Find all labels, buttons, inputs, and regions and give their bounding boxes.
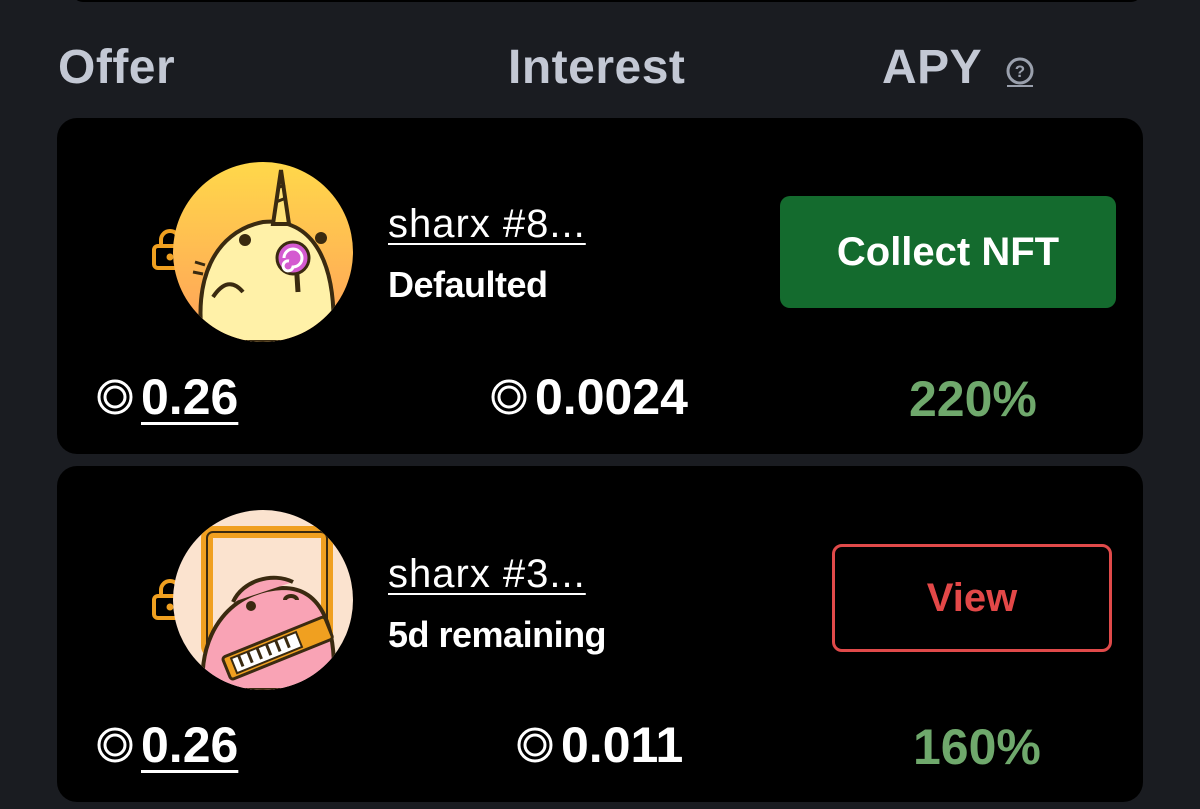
apy-value: 220% bbox=[909, 371, 1037, 427]
collect-nft-button[interactable]: Collect NFT bbox=[780, 196, 1116, 308]
nft-avatar[interactable] bbox=[173, 510, 353, 690]
sol-token-icon bbox=[97, 727, 133, 763]
header-apy: APY bbox=[882, 41, 983, 94]
sol-token-icon bbox=[517, 727, 553, 763]
loan-card: sharx #3... 5d remaining View 0.26 0.011… bbox=[57, 466, 1143, 802]
offer-value: 0.26 bbox=[141, 369, 239, 425]
offer-amount[interactable]: 0.26 bbox=[95, 368, 238, 426]
svg-text:?: ? bbox=[1015, 62, 1025, 81]
view-button[interactable]: View bbox=[832, 544, 1112, 652]
help-question-icon[interactable]: ? bbox=[1004, 56, 1036, 88]
apy-value: 160% bbox=[913, 719, 1041, 775]
interest-amount: 0.0024 bbox=[489, 368, 688, 426]
loan-status: Defaulted bbox=[388, 264, 548, 305]
interest-amount: 0.011 bbox=[515, 716, 683, 774]
nft-avatar[interactable] bbox=[173, 162, 353, 342]
header-interest: Interest bbox=[508, 41, 686, 94]
previous-card-edge bbox=[72, 0, 1142, 2]
loan-card: sharx #8... Defaulted Collect NFT 0.26 0… bbox=[57, 118, 1143, 454]
interest-value: 0.0024 bbox=[535, 369, 688, 425]
offer-amount[interactable]: 0.26 bbox=[95, 716, 238, 774]
sol-token-icon bbox=[97, 379, 133, 415]
offer-value: 0.26 bbox=[141, 717, 239, 773]
sol-token-icon bbox=[491, 379, 527, 415]
interest-value: 0.011 bbox=[561, 717, 684, 773]
table-header: Offer Interest APY ? bbox=[0, 40, 1200, 100]
nft-name-link[interactable]: sharx #8... bbox=[388, 202, 586, 247]
nft-name-link[interactable]: sharx #3... bbox=[388, 552, 586, 597]
loan-status: 5d remaining bbox=[388, 614, 607, 655]
header-offer: Offer bbox=[58, 41, 176, 94]
